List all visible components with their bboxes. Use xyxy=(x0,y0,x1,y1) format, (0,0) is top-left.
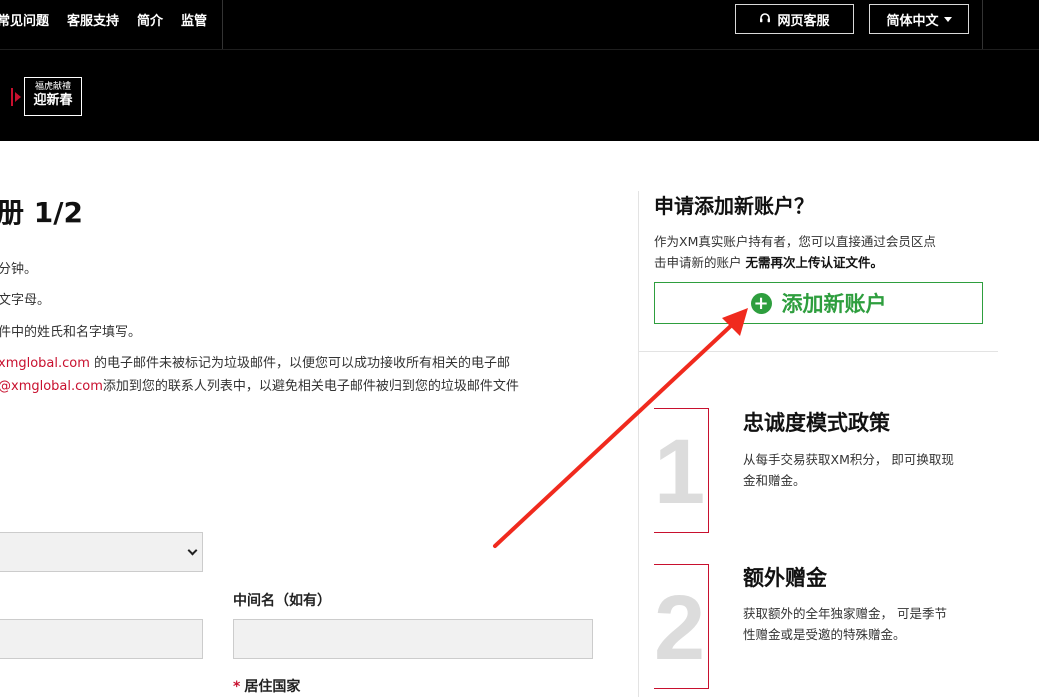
logo-accent xyxy=(11,88,13,106)
promo-line2: 迎新春 xyxy=(33,93,73,108)
language-select-button[interactable]: 简体中文 xyxy=(869,4,969,34)
top-bar: 常见问题 客服支持 简介 监管 网页客服 简体中文 xyxy=(0,0,1039,49)
promo-badge[interactable]: 福虎献禮 迎新春 xyxy=(24,77,82,116)
nav-divider xyxy=(982,0,983,49)
required-mark: * xyxy=(233,679,241,695)
title-select[interactable] xyxy=(0,532,203,572)
middle-name-label: 中间名（如有） xyxy=(233,593,331,609)
chevron-down-icon xyxy=(187,545,198,556)
middle-name-input[interactable] xyxy=(233,619,593,659)
sidebar-divider xyxy=(638,191,639,697)
site-header: 福虎献禮 迎新春 xyxy=(0,49,1039,141)
nav-about[interactable]: 简介 xyxy=(137,10,163,29)
instruction-note: xmglobal.com 的电子邮件未被标记为垃圾邮件，以便您可以成功接收所有相… xyxy=(0,356,511,371)
nav-regulation[interactable]: 监管 xyxy=(181,10,207,29)
feature-number: 1 xyxy=(654,421,706,523)
feature-number-box: 1 xyxy=(654,408,709,533)
feature-desc-bonus: 获取额外的全年独家赠金， 可是季节 性赠金或是受邀的特殊赠金。 xyxy=(743,606,947,642)
caret-down-icon xyxy=(943,16,952,22)
feature-number: 2 xyxy=(654,577,706,679)
nav-faq[interactable]: 常见问题 xyxy=(0,10,49,29)
email-domain-text: xmglobal.com xyxy=(0,356,90,371)
country-label: * 居住国家 xyxy=(233,679,301,695)
instruction-note: @xmglobal.com添加到您的联系人列表中，以避免相关电子邮件被归到您的垃… xyxy=(0,379,519,394)
play-triangle-icon xyxy=(15,92,21,102)
first-name-input[interactable] xyxy=(0,619,203,659)
email-domain-text: @xmglobal.com xyxy=(0,379,103,394)
live-chat-button[interactable]: 网页客服 xyxy=(735,4,854,34)
nav-divider xyxy=(222,0,223,49)
instruction-note: 分钟。 xyxy=(0,262,38,277)
feature-number-box: 2 xyxy=(654,564,709,689)
nav-support[interactable]: 客服支持 xyxy=(67,10,119,29)
plus-circle-icon: + xyxy=(750,292,772,314)
feature-title-loyalty: 忠诚度模式政策 xyxy=(743,411,890,435)
add-account-description: 作为XM真实账户持有者，您可以直接通过会员区点 击申请新的账户 无需再次上传认证… xyxy=(654,234,936,270)
add-account-button[interactable]: + 添加新账户 xyxy=(654,282,983,324)
add-account-heading: 申请添加新账户？ xyxy=(654,194,814,218)
headset-icon xyxy=(759,12,771,27)
feature-title-bonus: 额外赠金 xyxy=(743,566,827,590)
feature-desc-loyalty: 从每手交易获取XM积分， 即可换取现 金和赠金。 xyxy=(743,452,954,488)
instruction-note: 文字母。 xyxy=(0,293,51,308)
language-label: 简体中文 xyxy=(886,13,939,29)
sidebar-separator xyxy=(639,351,998,352)
page-title: 册 1/2 xyxy=(0,196,83,229)
promo-line1: 福虎献禮 xyxy=(34,82,71,92)
live-chat-label: 网页客服 xyxy=(777,13,830,29)
add-account-label: 添加新账户 xyxy=(781,292,887,316)
instruction-note: 件中的姓氏和名字填写。 xyxy=(0,325,142,340)
top-nav: 常见问题 客服支持 简介 监管 xyxy=(0,0,225,49)
